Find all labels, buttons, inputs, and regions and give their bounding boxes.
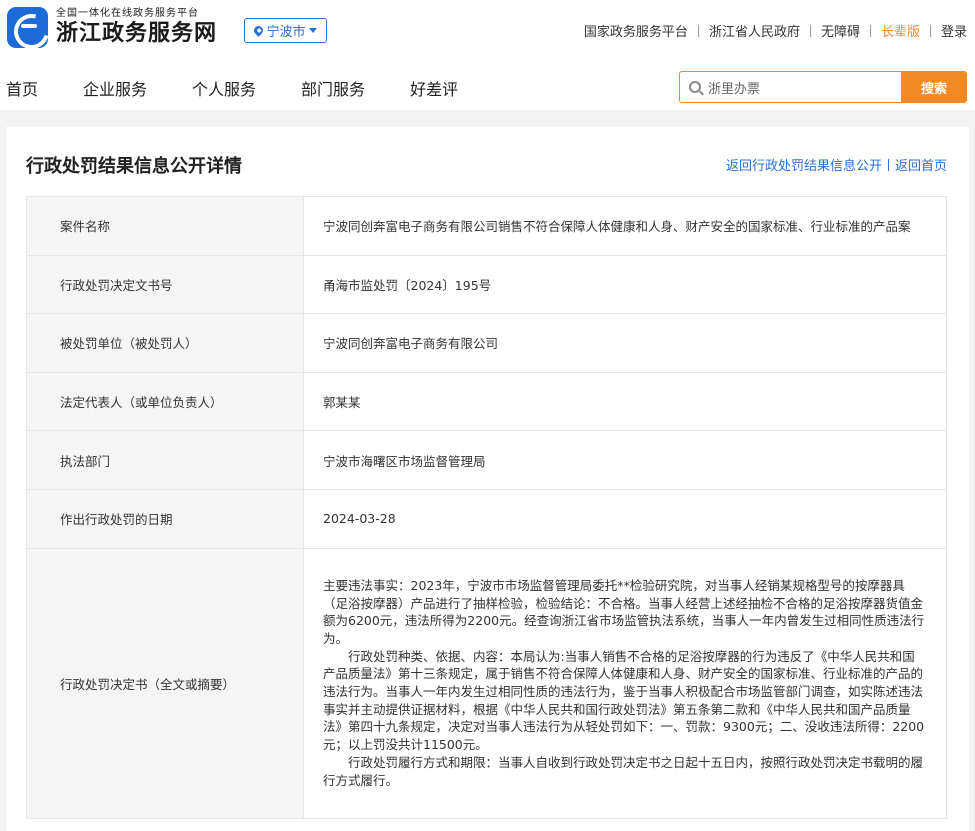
logo-icon: [7, 7, 48, 48]
decision-paragraph-facts: 主要违法事实：2023年，宁波市市场监督管理局委托**检验研究院，对当事人经销某…: [323, 577, 925, 646]
penalty-info-table: 案件名称 宁波同创奔富电子商务有限公司销售不符合保障人体健康和人身、财产安全的国…: [26, 196, 947, 819]
divider: [697, 24, 699, 37]
nav-item-personal[interactable]: 个人服务: [192, 76, 256, 100]
table-row: 法定代表人（或单位负责人） 郭某某: [26, 371, 947, 432]
decision-paragraph-penalty: 行政处罚种类、依据、内容：本局认为:当事人销售不合格的足浴按摩器的行为违反了《中…: [323, 648, 925, 753]
nav-item-departments[interactable]: 部门服务: [301, 76, 365, 100]
nav-item-home[interactable]: 首页: [6, 76, 38, 100]
table-row: 行政处罚决定书（全文或摘要） 主要违法事实：2023年，宁波市市场监督管理局委托…: [26, 547, 947, 819]
location-pin-icon: [252, 24, 266, 37]
page-title: 行政处罚结果信息公开详情: [26, 156, 242, 177]
top-links: 国家政务服务平台 浙江省人民政府 无障碍 长辈版 登录: [584, 21, 967, 40]
search-placeholder: 浙里办票: [708, 81, 761, 97]
back-links: 返回行政处罚结果信息公开 返回首页: [726, 155, 947, 174]
divider: [929, 24, 931, 37]
logo-title: 浙江政务服务网: [56, 20, 218, 46]
nav-item-evaluation[interactable]: 好差评: [410, 76, 458, 100]
main-nav: 首页 企业服务 个人服务 部门服务 好差评: [6, 76, 503, 100]
city-selector[interactable]: 宁波市: [244, 18, 327, 43]
table-row: 被处罚单位（被处罚人） 宁波同创奔富电子商务有限公司: [26, 313, 947, 373]
row-label: 案件名称: [26, 196, 304, 256]
search-icon: [689, 81, 701, 93]
decision-text: 主要违法事实：2023年，宁波市市场监督管理局委托**检验研究院，对当事人经销某…: [303, 547, 947, 819]
row-label: 被处罚单位（被处罚人）: [26, 313, 304, 373]
divider: [809, 24, 811, 37]
row-value: 宁波市海曙区市场监督管理局: [303, 430, 947, 490]
row-value: 2024-03-28: [303, 488, 947, 549]
row-value: 郭某某: [303, 371, 947, 432]
search-bar: 浙里办票 搜索: [679, 71, 967, 103]
table-row: 行政处罚决定文书号 甬海市监处罚〔2024〕195号: [26, 254, 947, 315]
back-to-home-link[interactable]: 返回首页: [895, 155, 947, 174]
nav-item-enterprise[interactable]: 企业服务: [83, 76, 147, 100]
row-value: 宁波同创奔富电子商务有限公司: [303, 313, 947, 373]
row-label: 法定代表人（或单位负责人）: [26, 371, 304, 432]
link-accessibility[interactable]: 无障碍: [821, 21, 860, 40]
row-value: 宁波同创奔富电子商务有限公司销售不符合保障人体健康和人身、财产安全的国家标准、行…: [303, 196, 947, 256]
table-row: 案件名称 宁波同创奔富电子商务有限公司销售不符合保障人体健康和人身、财产安全的国…: [26, 196, 947, 256]
decision-paragraph-performance: 行政处罚履行方式和期限：当事人自收到行政处罚决定书之日起十五日内，按照行政处罚决…: [323, 754, 924, 788]
detail-card: 行政处罚结果信息公开详情 返回行政处罚结果信息公开 返回首页 案件名称 宁波同创…: [6, 127, 969, 831]
caret-down-icon: [308, 28, 317, 33]
site-header: 全国一体化在线政务服务平台 浙江政务服务网 宁波市 国家政务服务平台 浙江省人民…: [0, 0, 975, 110]
table-row: 执法部门 宁波市海曙区市场监督管理局: [26, 430, 947, 490]
link-login[interactable]: 登录: [941, 21, 967, 40]
search-input[interactable]: 浙里办票: [679, 71, 901, 103]
row-label: 行政处罚决定书（全文或摘要）: [26, 547, 304, 819]
table-row: 作出行政处罚的日期 2024-03-28: [26, 488, 947, 549]
search-button[interactable]: 搜索: [901, 71, 967, 103]
row-label: 行政处罚决定文书号: [26, 254, 304, 315]
back-to-list-link[interactable]: 返回行政处罚结果信息公开: [726, 155, 882, 174]
city-label: 宁波市: [266, 25, 306, 40]
row-label: 执法部门: [26, 430, 304, 490]
divider: [869, 24, 871, 37]
link-zhejiang-government[interactable]: 浙江省人民政府: [709, 21, 800, 40]
divider: [887, 158, 889, 171]
logo-subtitle: 全国一体化在线政务服务平台: [56, 7, 199, 19]
link-national-platform[interactable]: 国家政务服务平台: [584, 21, 688, 40]
row-label: 作出行政处罚的日期: [26, 488, 304, 549]
link-elder-version[interactable]: 长辈版: [881, 21, 920, 40]
logo-text: 全国一体化在线政务服务平台 浙江政务服务网: [56, 8, 217, 48]
site-logo[interactable]: 全国一体化在线政务服务平台 浙江政务服务网: [7, 7, 217, 48]
row-value: 甬海市监处罚〔2024〕195号: [303, 254, 947, 315]
